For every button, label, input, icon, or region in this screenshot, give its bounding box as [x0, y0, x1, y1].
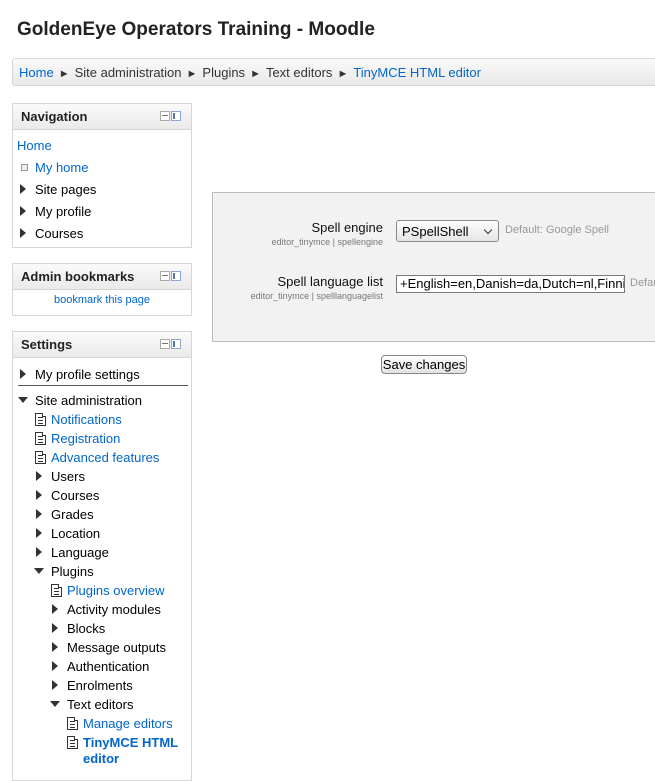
- my-profile-settings-label: My profile settings: [35, 367, 140, 382]
- blocks-label: Blocks: [67, 621, 106, 636]
- nav-my-profile-label: My profile: [35, 204, 92, 219]
- block-controls[interactable]: [160, 271, 181, 281]
- activity-modules-label: Activity modules: [67, 602, 161, 617]
- bullet-icon: [21, 164, 28, 171]
- admin-bookmarks-title: Admin bookmarks: [21, 269, 135, 284]
- expand-arrow-icon[interactable]: [36, 471, 42, 481]
- breadcrumb-separator: ►: [58, 68, 70, 80]
- authentication-label: Authentication: [67, 659, 150, 674]
- spell-language-default: Default: [630, 277, 655, 289]
- settings-block-title: Settings: [21, 337, 73, 352]
- spell-engine-label-group: Spell engine editor_tinymce | spellengin…: [213, 220, 383, 250]
- nav-my-home-link[interactable]: My home: [35, 159, 88, 176]
- language-label: Language: [51, 545, 109, 560]
- registration-link[interactable]: Registration: [51, 430, 120, 447]
- settings-block: Settings My profile settings Site admini…: [12, 331, 192, 781]
- grades-label: Grades: [51, 507, 94, 522]
- page-icon: [51, 584, 62, 597]
- spell-language-label-group: Spell language list editor_tinymce | spe…: [213, 274, 383, 304]
- breadcrumb-text-editors[interactable]: Text editors: [266, 65, 332, 80]
- expand-arrow-icon[interactable]: [52, 604, 58, 614]
- manage-editors-link[interactable]: Manage editors: [83, 715, 173, 732]
- chevron-down-icon: [483, 225, 493, 235]
- advanced-features-link[interactable]: Advanced features: [51, 449, 159, 466]
- bookmark-row: bookmark this page: [13, 294, 191, 306]
- spell-engine-default: Default: Google Spell: [505, 224, 609, 236]
- expand-arrow-icon[interactable]: [52, 623, 58, 633]
- spell-language-setting-name: editor_tinymce | spelllanguagelist: [250, 291, 383, 301]
- navigation-block: Navigation Home My home Site pages My pr…: [12, 103, 192, 248]
- collapse-arrow-icon[interactable]: [18, 397, 28, 403]
- page-icon: [35, 451, 46, 464]
- tinymce-link-line1[interactable]: TinyMCE HTML: [83, 734, 178, 751]
- nav-site-pages-label: Site pages: [35, 182, 97, 197]
- breadcrumb-separator: ►: [250, 68, 261, 80]
- page-icon: [67, 717, 78, 730]
- dock-icon[interactable]: [171, 339, 181, 349]
- tinymce-link-line2[interactable]: editor: [83, 750, 119, 767]
- block-controls[interactable]: [160, 111, 181, 121]
- expand-arrow-icon[interactable]: [52, 661, 58, 671]
- plugins-label: Plugins: [51, 564, 94, 579]
- admin-bookmarks-block: Admin bookmarks bookmark this page: [12, 263, 192, 316]
- expand-arrow-icon[interactable]: [36, 490, 42, 500]
- nav-home[interactable]: Home: [17, 137, 52, 156]
- users-label: Users: [51, 469, 85, 484]
- enrolments-label: Enrolments: [67, 678, 133, 693]
- message-outputs-label: Message outputs: [67, 640, 167, 655]
- text-editors-label: Text editors: [67, 697, 134, 712]
- dock-icon[interactable]: [171, 111, 181, 121]
- expand-arrow-icon[interactable]: [20, 369, 26, 379]
- collapse-icon[interactable]: [160, 271, 170, 281]
- collapse-icon[interactable]: [160, 339, 170, 349]
- expand-arrow-icon[interactable]: [20, 184, 26, 194]
- spell-language-label: Spell language list: [277, 274, 383, 289]
- page-icon: [35, 413, 46, 426]
- breadcrumb: Home ► Site administration ► Plugins ► Text ed…: [12, 58, 655, 86]
- admin-bookmarks-header: Admin bookmarks: [13, 264, 191, 290]
- courses-label: Courses: [51, 488, 100, 503]
- breadcrumb-plugins[interactable]: Plugins: [202, 65, 245, 80]
- expand-arrow-icon[interactable]: [36, 547, 42, 557]
- breadcrumb-home[interactable]: Home: [19, 65, 54, 80]
- expand-arrow-icon[interactable]: [52, 642, 58, 652]
- dock-icon[interactable]: [171, 271, 181, 281]
- expand-arrow-icon[interactable]: [36, 509, 42, 519]
- spell-engine-select[interactable]: PSpellShell: [396, 220, 499, 242]
- block-controls[interactable]: [160, 339, 181, 349]
- notifications-link[interactable]: Notifications: [51, 411, 122, 428]
- nav-home-link[interactable]: Home: [17, 138, 52, 153]
- collapse-arrow-icon[interactable]: [50, 701, 60, 707]
- spell-language-input[interactable]: +English=en,Danish=da,Dutch=nl,Finnish=f…: [396, 275, 625, 293]
- navigation-block-header: Navigation: [13, 104, 191, 130]
- site-title: GoldenEye Operators Training - Moodle: [17, 19, 375, 40]
- save-changes-button[interactable]: Save changes: [381, 355, 467, 374]
- bookmark-this-page-link[interactable]: bookmark this page: [54, 294, 150, 306]
- breadcrumb-site-administration[interactable]: Site administration: [75, 65, 182, 80]
- breadcrumb-separator: ►: [186, 68, 198, 80]
- breadcrumb-tinymce[interactable]: TinyMCE HTML editor: [353, 65, 481, 80]
- location-label: Location: [51, 526, 101, 541]
- breadcrumb-separator: ►: [337, 68, 349, 80]
- settings-form-panel: Spell engine editor_tinymce | spellengin…: [212, 192, 655, 342]
- divider: [18, 385, 188, 386]
- page-icon: [35, 432, 46, 445]
- plugins-overview-link[interactable]: Plugins overview: [67, 582, 165, 599]
- spell-engine-value: PSpellShell: [402, 224, 469, 239]
- expand-arrow-icon[interactable]: [20, 228, 26, 238]
- spell-engine-label: Spell engine: [311, 220, 383, 235]
- expand-arrow-icon[interactable]: [52, 680, 58, 690]
- settings-block-header: Settings: [13, 332, 191, 358]
- navigation-block-title: Navigation: [21, 109, 88, 124]
- spell-engine-setting-name: editor_tinymce | spellengine: [271, 237, 383, 247]
- expand-arrow-icon[interactable]: [20, 206, 26, 216]
- collapse-icon[interactable]: [160, 111, 170, 121]
- expand-arrow-icon[interactable]: [36, 528, 42, 538]
- collapse-arrow-icon[interactable]: [34, 568, 44, 574]
- nav-courses-label: Courses: [35, 226, 84, 241]
- site-administration-label: Site administration: [35, 393, 142, 408]
- page-icon: [67, 736, 78, 749]
